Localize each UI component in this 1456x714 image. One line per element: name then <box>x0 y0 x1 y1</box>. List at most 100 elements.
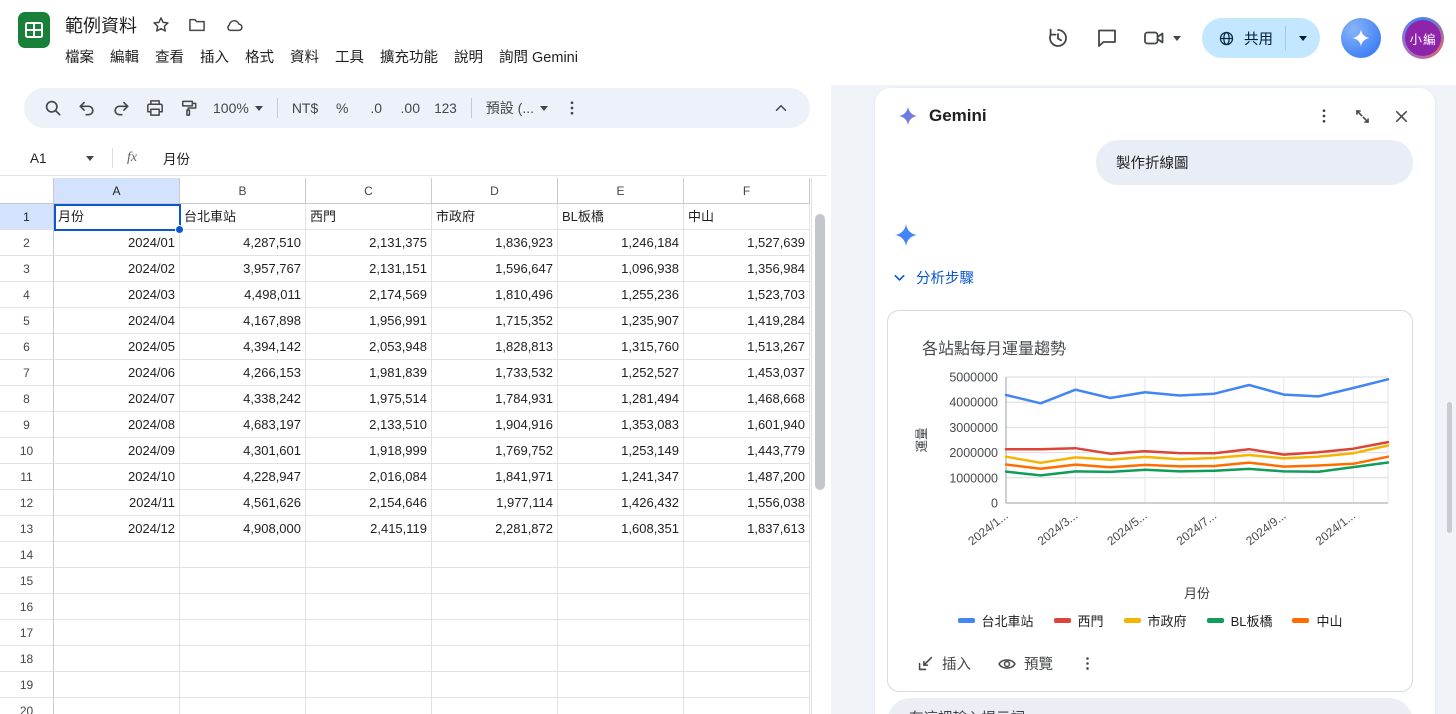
cell-C15[interactable] <box>306 568 432 594</box>
cell-B1[interactable]: 台北車站 <box>180 204 306 230</box>
row-header-7[interactable]: 7 <box>0 360 54 386</box>
cell-A7[interactable]: 2024/06 <box>54 360 180 386</box>
cell-D12[interactable]: 1,977,114 <box>432 490 558 516</box>
analysis-steps-toggle[interactable]: 分析步驟 <box>891 267 974 288</box>
column-header-D[interactable]: D <box>432 178 558 204</box>
cell-D7[interactable]: 1,733,532 <box>432 360 558 386</box>
cell-F10[interactable]: 1,443,779 <box>684 438 810 464</box>
cell-F11[interactable]: 1,487,200 <box>684 464 810 490</box>
cell-D8[interactable]: 1,784,931 <box>432 386 558 412</box>
cell-D3[interactable]: 1,596,647 <box>432 256 558 282</box>
row-header-10[interactable]: 10 <box>0 438 54 464</box>
cell-E6[interactable]: 1,315,760 <box>558 334 684 360</box>
format-currency-button[interactable]: NT$ <box>285 93 325 123</box>
font-style-select[interactable]: 預設 (... <box>479 93 555 123</box>
menu-item-8[interactable]: 說明 <box>446 43 491 70</box>
formula-input[interactable]: 月份 <box>163 148 190 168</box>
cell-E19[interactable] <box>558 672 684 698</box>
menu-item-5[interactable]: 資料 <box>282 43 327 70</box>
cell-E16[interactable] <box>558 594 684 620</box>
cell-A16[interactable] <box>54 594 180 620</box>
cell-F5[interactable]: 1,419,284 <box>684 308 810 334</box>
row-header-3[interactable]: 3 <box>0 256 54 282</box>
cell-A2[interactable]: 2024/01 <box>54 230 180 256</box>
cell-A14[interactable] <box>54 542 180 568</box>
video-call-dropdown-icon[interactable] <box>1173 36 1181 41</box>
cell-D9[interactable]: 1,904,916 <box>432 412 558 438</box>
cell-E14[interactable] <box>558 542 684 568</box>
cell-A1[interactable]: 月份 <box>54 204 180 230</box>
version-history-icon[interactable] <box>1044 24 1072 52</box>
column-header-A[interactable]: A <box>54 178 180 204</box>
cell-E8[interactable]: 1,281,494 <box>558 386 684 412</box>
row-header-5[interactable]: 5 <box>0 308 54 334</box>
cell-F1[interactable]: 中山 <box>684 204 810 230</box>
cell-C10[interactable]: 1,918,999 <box>306 438 432 464</box>
cell-D15[interactable] <box>432 568 558 594</box>
cell-B2[interactable]: 4,287,510 <box>180 230 306 256</box>
cell-E13[interactable]: 1,608,351 <box>558 516 684 542</box>
comments-icon[interactable] <box>1093 24 1121 52</box>
cell-C1[interactable]: 西門 <box>306 204 432 230</box>
gemini-button[interactable] <box>1341 18 1381 58</box>
cell-D18[interactable] <box>432 646 558 672</box>
cell-B7[interactable]: 4,266,153 <box>180 360 306 386</box>
collapse-toolbar-icon[interactable] <box>764 93 798 123</box>
cell-B10[interactable]: 4,301,601 <box>180 438 306 464</box>
menu-item-1[interactable]: 編輯 <box>102 43 147 70</box>
row-header-16[interactable]: 16 <box>0 594 54 620</box>
menu-item-6[interactable]: 工具 <box>327 43 372 70</box>
cell-F3[interactable]: 1,356,984 <box>684 256 810 282</box>
cell-A13[interactable]: 2024/12 <box>54 516 180 542</box>
cell-F19[interactable] <box>684 672 810 698</box>
zoom-select[interactable]: 100% <box>206 93 270 123</box>
cell-D19[interactable] <box>432 672 558 698</box>
cell-C17[interactable] <box>306 620 432 646</box>
cell-B19[interactable] <box>180 672 306 698</box>
cell-E11[interactable]: 1,241,347 <box>558 464 684 490</box>
cell-D11[interactable]: 1,841,971 <box>432 464 558 490</box>
menu-item-4[interactable]: 格式 <box>237 43 282 70</box>
cell-D1[interactable]: 市政府 <box>432 204 558 230</box>
move-icon[interactable] <box>185 13 209 37</box>
cell-F12[interactable]: 1,556,038 <box>684 490 810 516</box>
cell-C2[interactable]: 2,131,375 <box>306 230 432 256</box>
cell-B18[interactable] <box>180 646 306 672</box>
select-all-corner[interactable] <box>0 178 54 204</box>
undo-icon[interactable] <box>70 93 104 123</box>
cell-B13[interactable]: 4,908,000 <box>180 516 306 542</box>
cell-F14[interactable] <box>684 542 810 568</box>
cell-A5[interactable]: 2024/04 <box>54 308 180 334</box>
cell-D4[interactable]: 1,810,496 <box>432 282 558 308</box>
cell-A9[interactable]: 2024/08 <box>54 412 180 438</box>
cell-E9[interactable]: 1,353,083 <box>558 412 684 438</box>
decrease-decimal-button[interactable]: .0 <box>359 93 393 123</box>
cell-B16[interactable] <box>180 594 306 620</box>
number-format-button[interactable]: 123 <box>427 93 464 123</box>
cell-E15[interactable] <box>558 568 684 594</box>
cell-E3[interactable]: 1,096,938 <box>558 256 684 282</box>
cell-E2[interactable]: 1,246,184 <box>558 230 684 256</box>
cell-B4[interactable]: 4,498,011 <box>180 282 306 308</box>
cell-A19[interactable] <box>54 672 180 698</box>
cell-C19[interactable] <box>306 672 432 698</box>
cell-F16[interactable] <box>684 594 810 620</box>
document-title[interactable]: 範例資料 <box>65 12 137 38</box>
cell-F9[interactable]: 1,601,940 <box>684 412 810 438</box>
cell-C12[interactable]: 2,154,646 <box>306 490 432 516</box>
row-header-6[interactable]: 6 <box>0 334 54 360</box>
row-header-15[interactable]: 15 <box>0 568 54 594</box>
cell-A18[interactable] <box>54 646 180 672</box>
row-header-8[interactable]: 8 <box>0 386 54 412</box>
close-panel-icon[interactable] <box>1392 107 1411 126</box>
cell-D16[interactable] <box>432 594 558 620</box>
cell-B9[interactable]: 4,683,197 <box>180 412 306 438</box>
cell-F6[interactable]: 1,513,267 <box>684 334 810 360</box>
row-header-4[interactable]: 4 <box>0 282 54 308</box>
cell-C16[interactable] <box>306 594 432 620</box>
doc-status-icon[interactable] <box>221 13 247 37</box>
cell-D14[interactable] <box>432 542 558 568</box>
cell-C9[interactable]: 2,133,510 <box>306 412 432 438</box>
sheet-scrollbar-thumb[interactable] <box>815 214 825 490</box>
cell-F20[interactable] <box>684 698 810 714</box>
